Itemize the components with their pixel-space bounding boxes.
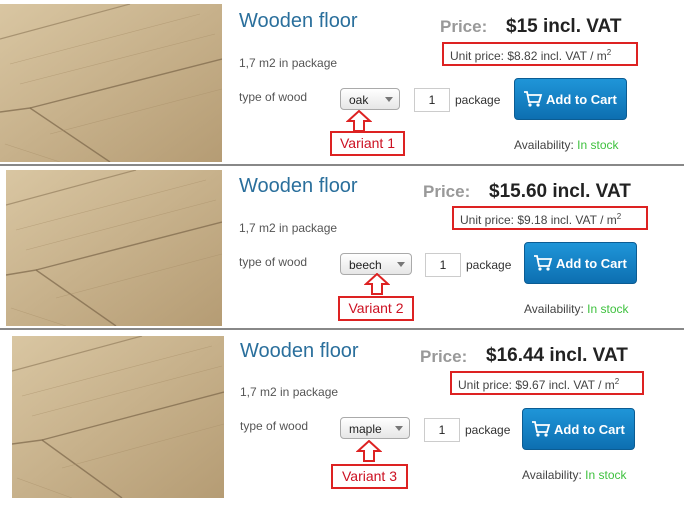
wood-type-label: type of wood (239, 90, 308, 104)
product-title[interactable]: Wooden floor (239, 175, 358, 198)
unit-price-sup: 2 (606, 48, 612, 57)
product-photo (0, 4, 222, 162)
availability-status: In stock (587, 302, 629, 316)
add-to-cart-button[interactable]: Add to Cart (514, 78, 627, 120)
unit-price-highlight: Unit price: $9.67 incl. VAT / m2 (450, 371, 644, 395)
add-to-cart-label: Add to Cart (554, 422, 625, 437)
variant-label: Variant 1 (330, 131, 405, 156)
availability: Availability: In stock (514, 138, 619, 152)
wood-type-select[interactable]: maple (340, 417, 410, 439)
price-value: $16.44 incl. VAT (486, 345, 628, 366)
quantity-unit: package (465, 423, 511, 437)
up-arrow-icon (346, 110, 372, 132)
availability: Availability: In stock (522, 468, 627, 482)
availability-label: Availability: (522, 468, 582, 482)
add-to-cart-button[interactable]: Add to Cart (524, 242, 637, 284)
up-arrow-icon (364, 273, 390, 295)
unit-price-sup: 2 (614, 377, 620, 386)
cart-icon (534, 255, 553, 271)
wood-type-select[interactable]: oak (340, 88, 400, 110)
product-photo (12, 336, 224, 498)
chevron-down-icon (397, 262, 405, 267)
product-title[interactable]: Wooden floor (240, 340, 359, 363)
price-label: Price: (423, 182, 471, 201)
product-title[interactable]: Wooden floor (239, 10, 358, 33)
wood-type-select[interactable]: beech (340, 253, 412, 275)
price-value: $15 incl. VAT (506, 16, 622, 37)
add-to-cart-button[interactable]: Add to Cart (522, 408, 635, 450)
up-arrow-icon (356, 440, 382, 462)
quantity-input[interactable]: 1 (425, 253, 461, 277)
quantity-input[interactable]: 1 (424, 418, 460, 442)
package-info: 1,7 m2 in package (240, 385, 339, 399)
availability-status: In stock (585, 468, 627, 482)
availability-label: Availability: (514, 138, 574, 152)
add-to-cart-label: Add to Cart (546, 92, 617, 107)
add-to-cart-label: Add to Cart (556, 256, 627, 271)
wood-type-label: type of wood (240, 419, 309, 433)
product-panel-2: Wooden floor 1,7 m2 in package type of w… (0, 166, 684, 328)
price-label: Price: (440, 17, 488, 36)
price-label: Price: (420, 347, 468, 366)
wood-type-value: oak (349, 93, 369, 107)
chevron-down-icon (395, 426, 403, 431)
quantity-unit: package (466, 258, 512, 272)
wood-type-value: maple (349, 422, 382, 436)
availability-status: In stock (577, 138, 619, 152)
cart-icon (524, 91, 543, 107)
quantity-input[interactable]: 1 (414, 88, 450, 112)
price-value: $15.60 incl. VAT (489, 181, 631, 202)
wood-type-value: beech (349, 258, 382, 272)
product-panel-3: Wooden floor 1,7 m2 in package type of w… (0, 330, 684, 506)
unit-price-highlight: Unit price: $8.82 incl. VAT / m2 (442, 42, 638, 66)
package-info: 1,7 m2 in package (239, 56, 338, 70)
variant-label: Variant 2 (338, 296, 414, 321)
unit-price: Unit price: $9.67 incl. VAT / m (458, 378, 615, 392)
cart-icon (532, 421, 551, 437)
availability: Availability: In stock (524, 302, 629, 316)
package-info: 1,7 m2 in package (239, 221, 338, 235)
wood-type-label: type of wood (239, 255, 308, 269)
unit-price: Unit price: $9.18 incl. VAT / m (460, 213, 617, 227)
unit-price-sup: 2 (616, 212, 622, 221)
unit-price: Unit price: $8.82 incl. VAT / m (450, 49, 607, 63)
product-panel-1: Wooden floor 1,7 m2 in package type of w… (0, 0, 684, 164)
variant-label: Variant 3 (331, 464, 408, 489)
availability-label: Availability: (524, 302, 584, 316)
quantity-unit: package (455, 93, 501, 107)
chevron-down-icon (385, 97, 393, 102)
product-photo (6, 170, 222, 326)
unit-price-highlight: Unit price: $9.18 incl. VAT / m2 (452, 206, 648, 230)
